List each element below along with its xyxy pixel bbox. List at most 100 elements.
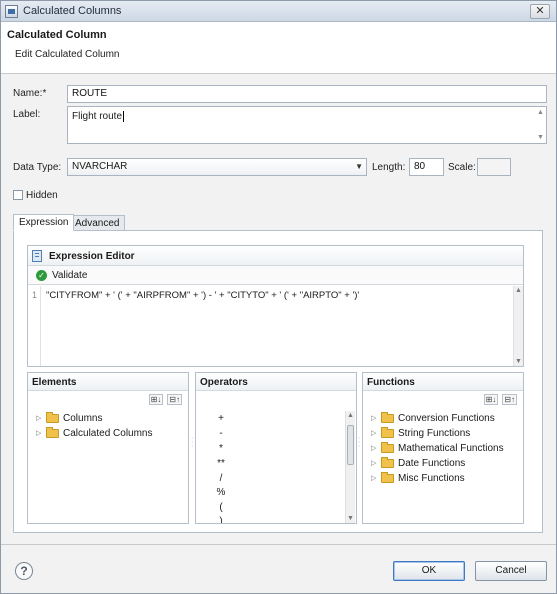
operator-item[interactable]: )	[216, 516, 226, 523]
editor-header: Expression Editor	[28, 246, 523, 266]
expression-editor-icon	[32, 250, 42, 262]
operators-scrollbar[interactable]: ▲ ▼	[345, 411, 355, 523]
functions-pane-title: Functions	[367, 377, 415, 388]
scroll-down-icon[interactable]: ▼	[537, 134, 544, 141]
collapse-all-icon[interactable]: ⊟↑	[167, 394, 182, 405]
label-label: Label:	[13, 109, 41, 120]
folder-icon	[381, 441, 394, 453]
chevron-right-icon[interactable]: ▷	[371, 444, 381, 452]
tree-item-label: Columns	[63, 412, 103, 424]
tree-item-label: Misc Functions	[398, 472, 465, 484]
chevron-right-icon[interactable]: ▷	[371, 429, 381, 437]
collapse-all-icon[interactable]: ⊟↑	[502, 394, 517, 405]
calculated-columns-dialog: Calculated Columns ✕ Calculated Column E…	[0, 0, 557, 594]
operator-item[interactable]: **	[216, 458, 226, 469]
chevron-down-icon: ▼	[355, 162, 363, 171]
folder-icon	[381, 426, 394, 438]
operator-item[interactable]: +	[216, 413, 226, 424]
tree-item-conversion-functions[interactable]: ▷ Conversion Functions	[371, 411, 495, 425]
operators-pane: Operators + - * ** / % ( ) ▲ ▼	[195, 372, 357, 524]
chevron-right-icon[interactable]: ▷	[371, 414, 381, 422]
expression-code-area[interactable]: 1 "CITYFROM" + ' (' + "AIRPFROM" + ') - …	[28, 286, 512, 366]
scroll-up-icon[interactable]: ▲	[537, 109, 544, 116]
footer-separator	[1, 544, 556, 545]
chevron-right-icon[interactable]: ▷	[371, 459, 381, 467]
operators-pane-title: Operators	[200, 377, 248, 388]
scale-label: Scale:	[448, 162, 476, 173]
operator-item[interactable]: -	[216, 428, 226, 439]
dialog-header: Calculated Column Edit Calculated Column	[1, 22, 556, 74]
scroll-down-icon[interactable]: ▼	[347, 515, 354, 522]
pane-sash[interactable]: · · ·	[358, 435, 361, 450]
folder-icon	[381, 471, 394, 483]
help-icon[interactable]: ?	[15, 562, 33, 580]
tree-item-label: Calculated Columns	[63, 427, 153, 439]
label-textarea[interactable]: Flight route ▲ ▼	[67, 106, 547, 144]
tree-item-string-functions[interactable]: ▷ String Functions	[371, 426, 470, 440]
chevron-right-icon[interactable]: ▷	[371, 474, 381, 482]
datatype-select[interactable]: NVARCHAR ▼	[67, 158, 367, 176]
title-bar: Calculated Columns ✕	[1, 1, 556, 22]
hidden-checkbox[interactable]	[13, 190, 23, 200]
expand-all-icon[interactable]: ⊞↓	[148, 394, 164, 405]
hidden-label: Hidden	[26, 190, 58, 201]
expand-all-icon[interactable]: ⊞↓	[483, 394, 499, 405]
check-circle-icon: ✓	[36, 270, 47, 281]
scale-input[interactable]	[477, 158, 511, 176]
elements-pane-tools: ⊞↓ ⊟↑	[148, 394, 182, 405]
validate-label: Validate	[52, 270, 88, 281]
tree-item-label: String Functions	[398, 427, 471, 439]
length-input[interactable]: 80	[409, 158, 444, 176]
tree-item-date-functions[interactable]: ▷ Date Functions	[371, 456, 465, 470]
folder-icon	[381, 456, 394, 468]
operator-item[interactable]: /	[216, 473, 226, 484]
folder-icon	[46, 411, 59, 423]
cancel-button[interactable]: Cancel	[475, 561, 547, 581]
tree-item-label: Mathematical Functions	[398, 442, 504, 454]
tree-item-label: Date Functions	[398, 457, 466, 469]
name-value: ROUTE	[72, 88, 107, 99]
pane-sash[interactable]: · · ·	[191, 435, 194, 450]
line-number: 1	[28, 286, 41, 366]
editor-scrollbar[interactable]: ▲ ▼	[513, 286, 523, 366]
expression-text: "CITYFROM" + ' (' + "AIRPFROM" + ') - ' …	[46, 290, 360, 301]
folder-icon	[46, 426, 59, 438]
chevron-right-icon[interactable]: ▷	[36, 429, 46, 437]
label-value: Flight route	[72, 111, 123, 122]
tree-item-calculated-columns[interactable]: ▷ Calculated Columns	[36, 426, 153, 440]
length-value: 80	[414, 161, 426, 172]
scroll-up-icon[interactable]: ▲	[347, 412, 354, 419]
label-scrollbar[interactable]: ▲ ▼	[536, 108, 545, 142]
close-button[interactable]: ✕	[530, 4, 550, 19]
operator-item[interactable]: *	[216, 443, 226, 454]
header-title: Calculated Column	[7, 29, 107, 41]
tree-item-label: Conversion Functions	[398, 412, 495, 424]
scroll-up-icon[interactable]: ▲	[515, 287, 522, 294]
datatype-label: Data Type:	[13, 162, 62, 173]
header-subtitle: Edit Calculated Column	[15, 49, 120, 60]
operator-item[interactable]: (	[216, 502, 226, 513]
editor-title: Expression Editor	[49, 251, 135, 262]
operator-item[interactable]: %	[216, 487, 226, 498]
validate-button[interactable]: ✓ Validate	[36, 268, 87, 283]
elements-pane-header: Elements	[28, 373, 188, 391]
ok-button[interactable]: OK	[393, 561, 465, 581]
tree-item-misc-functions[interactable]: ▷ Misc Functions	[371, 471, 465, 485]
operators-pane-header: Operators	[196, 373, 356, 391]
name-input[interactable]: ROUTE	[67, 85, 547, 103]
tab-expression[interactable]: Expression	[13, 214, 75, 231]
folder-icon	[381, 411, 394, 423]
validate-toolbar: ✓ Validate	[28, 266, 523, 285]
name-label: Name:*	[13, 88, 47, 99]
chevron-right-icon[interactable]: ▷	[36, 414, 46, 422]
datatype-value: NVARCHAR	[72, 161, 128, 172]
window-title: Calculated Columns	[23, 5, 122, 17]
elements-pane: Elements ⊞↓ ⊟↑ ▷ Columns ▷ Calculated Co…	[27, 372, 189, 524]
tree-item-mathematical-functions[interactable]: ▷ Mathematical Functions	[371, 441, 504, 455]
functions-pane-header: Functions	[363, 373, 523, 391]
scroll-down-icon[interactable]: ▼	[515, 358, 522, 365]
functions-pane-tools: ⊞↓ ⊟↑	[483, 394, 517, 405]
scroll-thumb[interactable]	[347, 425, 354, 465]
expression-editor: Expression Editor ✓ Validate 1 "CITYFROM…	[27, 245, 524, 367]
tree-item-columns[interactable]: ▷ Columns	[36, 411, 102, 425]
